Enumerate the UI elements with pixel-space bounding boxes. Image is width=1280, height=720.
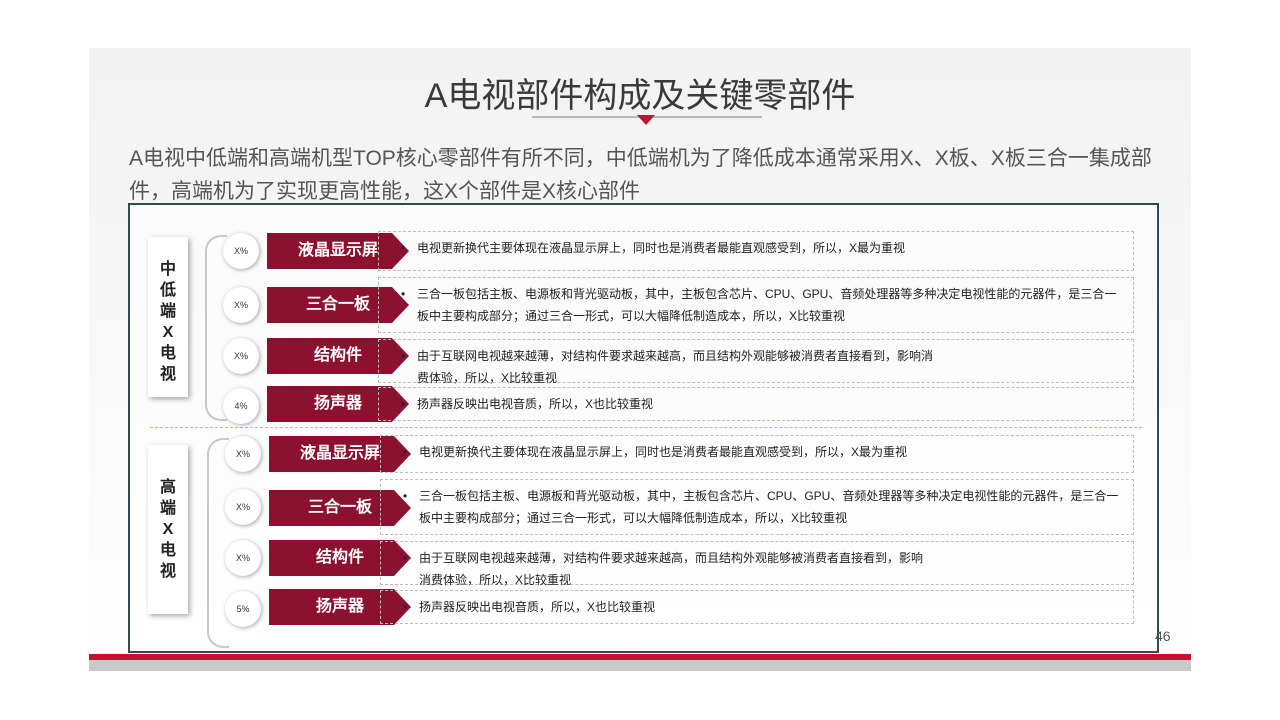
- bullet: •: [403, 489, 408, 503]
- group-label-char: 高: [159, 479, 176, 496]
- bullet: •: [401, 397, 406, 411]
- subtitle: A电视中低端和高端机型TOP核心零部件有所不同，中低端机为了降低成本通常采用X、…: [129, 147, 1152, 203]
- percent-badge: X%: [225, 436, 261, 472]
- group-label-char: X: [162, 324, 174, 341]
- group-label-char: 端: [159, 500, 176, 517]
- group-label-char: 端: [159, 303, 176, 320]
- component-description: • 由于互联网电视越来越薄，对结构件要求越来越高，而且结构外观能够被消费者直接看…: [378, 339, 1134, 385]
- bullet: •: [401, 287, 406, 301]
- group-label-high: 高 端 X 电 视: [148, 445, 188, 614]
- component-description: • 扬声器反映出电视音质，所以，X也比较重视: [380, 590, 1134, 624]
- bullet: •: [403, 445, 408, 459]
- description-text: 由于互联网电视越来越薄，对结构件要求越来越高，而且结构外观能够被消费者直接看到，…: [417, 349, 934, 385]
- group-label-char: 低: [159, 282, 176, 299]
- description-text: 扬声器反映出电视音质，所以，X也比较重视: [417, 397, 654, 411]
- percent-badge: 5%: [225, 591, 261, 627]
- bullet: •: [401, 349, 406, 363]
- description-text: 电视更新换代主要体现在液晶显示屏上，同时也是消费者最能直观感受到，所以，X最为重…: [417, 241, 906, 255]
- group-label-mid-low: 中 低 端 X 电 视: [148, 237, 188, 397]
- content-frame: 中 低 端 X 电 视 X% 液晶显示屏 • 电视更新换代主要体现在液晶显示屏上…: [128, 203, 1159, 653]
- percent-badge: X%: [225, 540, 261, 576]
- group-label-char: 电: [159, 542, 176, 559]
- slide: A电视部件构成及关键零部件 A电视中低端和高端机型TOP核心零部件有所不同，中低…: [89, 48, 1191, 671]
- component-description: • 三合一板包括主板、电源板和背光驱动板，其中，主板包含芯片、CPU、GPU、音…: [378, 277, 1134, 333]
- description-text: 由于互联网电视越来越薄，对结构件要求越来越高，而且结构外观能够被消费者直接看到，…: [419, 551, 924, 587]
- group-label-text: 中 低 端 X 电 视: [148, 237, 188, 385]
- group-label-char: 中: [159, 261, 176, 278]
- description-text: 三合一板包括主板、电源板和背光驱动板，其中，主板包含芯片、CPU、GPU、音频处…: [417, 287, 1117, 323]
- percent-badge: X%: [223, 287, 259, 323]
- description-text: 电视更新换代主要体现在液晶显示屏上，同时也是消费者最能直观感受到，所以，X最为重…: [419, 445, 908, 459]
- description-text: 三合一板包括主板、电源板和背光驱动板，其中，主板包含芯片、CPU、GPU、音频处…: [419, 489, 1119, 525]
- component-description: • 扬声器反映出电视音质，所以，X也比较重视: [378, 387, 1134, 421]
- component-description: • 电视更新换代主要体现在液晶显示屏上，同时也是消费者最能直观感受到，所以，X最…: [378, 231, 1134, 271]
- description-text: 扬声器反映出电视音质，所以，X也比较重视: [419, 600, 656, 614]
- group-label-char: 视: [159, 366, 176, 383]
- bullet: •: [403, 600, 408, 614]
- group-divider: [150, 427, 1142, 428]
- group-label-char: 电: [159, 345, 176, 362]
- footer-bar: [89, 660, 1191, 671]
- group-brace: [205, 235, 227, 421]
- group-label-char: 视: [159, 563, 176, 580]
- percent-badge: 4%: [223, 388, 259, 424]
- group-label-text: 高 端 X 电 视: [148, 445, 188, 582]
- percent-badge: X%: [225, 489, 261, 525]
- percent-badge: X%: [223, 233, 259, 269]
- page-number: 46: [1155, 628, 1171, 644]
- page-title: A电视部件构成及关键零部件: [424, 77, 856, 115]
- component-description: • 电视更新换代主要体现在液晶显示屏上，同时也是消费者最能直观感受到，所以，X最…: [380, 435, 1134, 473]
- bullet: •: [403, 551, 408, 565]
- title-arrow-icon: [637, 115, 655, 125]
- component-description: • 由于互联网电视越来越薄，对结构件要求越来越高，而且结构外观能够被消费者直接看…: [380, 541, 1134, 587]
- group-label-char: X: [162, 521, 174, 538]
- percent-badge: X%: [223, 338, 259, 374]
- bullet: •: [401, 241, 406, 255]
- component-description: • 三合一板包括主板、电源板和背光驱动板，其中，主板包含芯片、CPU、GPU、音…: [380, 479, 1134, 535]
